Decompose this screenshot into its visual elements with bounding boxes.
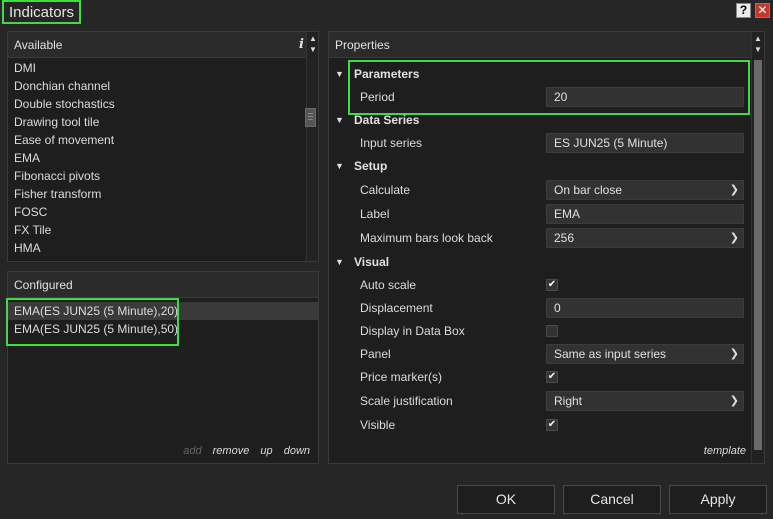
configured-highlight (6, 298, 179, 346)
scale-justification-select[interactable]: Right ❯ (546, 391, 744, 411)
up-link[interactable]: up (260, 445, 272, 457)
max-bars-select[interactable]: 256 ❯ (546, 228, 744, 248)
panel-value: Same as input series (554, 347, 667, 361)
available-list: DMI Donchian channel Double stochastics … (8, 59, 306, 261)
template-link[interactable]: template (704, 445, 746, 457)
prop-row-max-bars: Maximum bars look back 256 ❯ (329, 227, 751, 249)
list-item[interactable]: Donchian channel (8, 77, 306, 95)
prop-label: Display in Data Box (360, 324, 465, 338)
price-markers-checkbox[interactable]: ✔ (546, 371, 558, 383)
properties-scrollbar-thumb[interactable] (754, 60, 762, 450)
close-button[interactable]: ✕ (755, 3, 770, 18)
chevron-down-icon[interactable]: ❯ (730, 229, 739, 247)
prop-label: Panel (360, 347, 391, 361)
panel-select[interactable]: Same as input series ❯ (546, 344, 744, 364)
window-title: Indicators (2, 0, 82, 24)
list-item[interactable]: FX Tile (8, 221, 306, 239)
prop-label: Price marker(s) (360, 370, 443, 384)
configured-actions: add remove up down (175, 445, 310, 457)
list-item[interactable]: Fibonacci pivots (8, 167, 306, 185)
calculate-value: On bar close (554, 183, 623, 197)
displacement-input[interactable]: 0 (546, 298, 744, 318)
prop-row-label: Label EMA (329, 203, 751, 225)
label-input[interactable]: EMA (546, 204, 744, 224)
prop-label: Scale justification (360, 394, 453, 408)
list-item[interactable]: FOSC (8, 203, 306, 221)
configured-header: Configured (8, 272, 318, 298)
down-link[interactable]: down (284, 445, 310, 457)
scale-justification-value: Right (554, 394, 583, 408)
scroll-up-icon[interactable]: ▲ (307, 34, 319, 44)
auto-scale-checkbox[interactable]: ✔ (546, 279, 558, 291)
prop-label: Auto scale (360, 278, 417, 292)
prop-row-data-box: Display in Data Box ✔ (329, 320, 751, 342)
prop-row-auto-scale: Auto scale ✔ (329, 274, 751, 296)
list-item[interactable]: EMA (8, 149, 306, 167)
parameters-highlight (348, 60, 750, 115)
help-button[interactable]: ? (736, 3, 751, 18)
list-item[interactable]: Fisher transform (8, 185, 306, 203)
collapse-caret-icon[interactable]: ▼ (335, 63, 344, 85)
properties-header: Properties (329, 32, 764, 58)
list-item[interactable]: DMI (8, 59, 306, 77)
category-visual[interactable]: ▼ Visual (329, 251, 751, 273)
collapse-caret-icon[interactable]: ▼ (335, 109, 344, 131)
list-item[interactable]: Double stochastics (8, 95, 306, 113)
prop-row-calculate: Calculate On bar close ❯ (329, 179, 751, 201)
scroll-down-icon[interactable]: ▼ (752, 45, 764, 55)
scroll-down-icon[interactable]: ▼ (307, 45, 319, 55)
prop-label: Displacement (360, 301, 433, 315)
max-bars-value: 256 (554, 231, 575, 245)
prop-label: Input series (360, 136, 423, 150)
prop-row-price-markers: Price marker(s) ✔ (329, 366, 751, 388)
data-box-checkbox[interactable]: ✔ (546, 325, 558, 337)
properties-scrollbar[interactable]: ▲ ▼ (751, 32, 764, 463)
prop-label: Label (360, 207, 390, 221)
category-label: Setup (354, 159, 388, 173)
apply-button[interactable]: Apply (669, 485, 767, 514)
prop-label: Calculate (360, 183, 411, 197)
remove-link[interactable]: remove (213, 445, 250, 457)
available-scrollbar-thumb[interactable] (305, 108, 316, 127)
calculate-select[interactable]: On bar close ❯ (546, 180, 744, 200)
visible-checkbox[interactable]: ✔ (546, 419, 558, 431)
prop-label: Maximum bars look back (360, 231, 493, 245)
chevron-down-icon[interactable]: ❯ (730, 345, 739, 363)
prop-row-panel: Panel Same as input series ❯ (329, 343, 751, 365)
prop-row-visible: Visible ✔ (329, 414, 751, 436)
prop-label: Visible (360, 418, 396, 432)
prop-row-displacement: Displacement 0 (329, 297, 751, 319)
info-icon[interactable]: i (299, 32, 304, 58)
available-header-scroll[interactable]: ▲ ▼ (306, 32, 318, 261)
collapse-caret-icon[interactable]: ▼ (335, 251, 344, 273)
scroll-up-icon[interactable]: ▲ (752, 34, 764, 44)
prop-row-input-series: Input series ES JUN25 (5 Minute) (329, 132, 751, 154)
input-series-field[interactable]: ES JUN25 (5 Minute) (546, 133, 744, 153)
available-title: Available (14, 38, 63, 52)
chevron-down-icon[interactable]: ❯ (730, 181, 739, 199)
chevron-down-icon[interactable]: ❯ (730, 392, 739, 410)
ok-button[interactable]: OK (457, 485, 555, 514)
list-item[interactable]: Ease of movement (8, 131, 306, 149)
available-panel: Available i ▲ ▼ DMI Donchian channel Dou… (7, 31, 319, 262)
add-link[interactable]: add (183, 445, 201, 457)
title-bar: Indicators ? ✕ (0, 0, 773, 24)
collapse-caret-icon[interactable]: ▼ (335, 155, 344, 177)
list-item[interactable]: HMA (8, 239, 306, 257)
list-item[interactable]: Drawing tool tile (8, 113, 306, 131)
cancel-button[interactable]: Cancel (563, 485, 661, 514)
prop-row-scale-justification: Scale justification Right ❯ (329, 390, 751, 412)
available-header: Available i (8, 32, 318, 58)
category-label: Visual (354, 255, 390, 269)
category-setup[interactable]: ▼ Setup (329, 155, 751, 177)
